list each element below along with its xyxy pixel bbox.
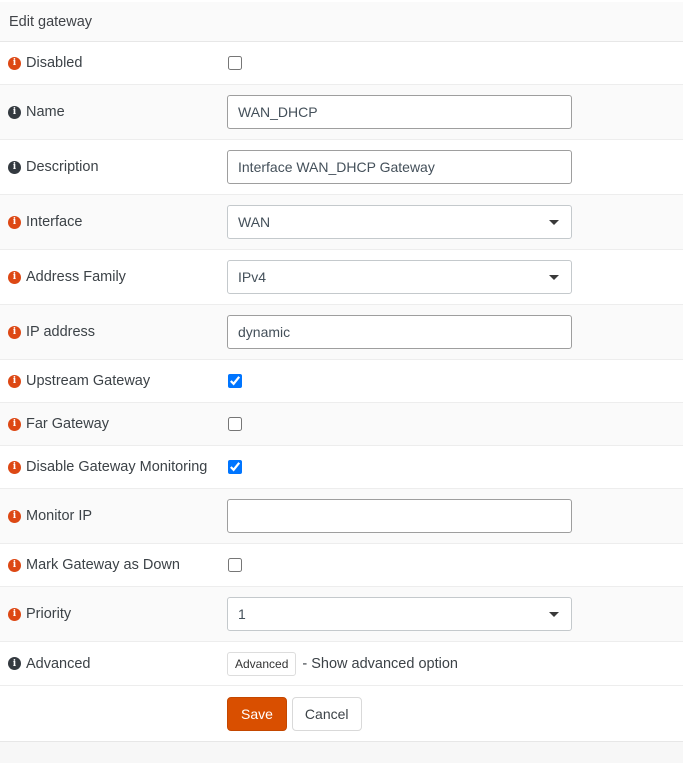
info-icon[interactable] [8,417,21,431]
field-label-disable-gateway-monitoring: Disable Gateway Monitoring [26,459,208,475]
form-row-interface: Interface WAN [0,195,683,250]
field-label-advanced: Advanced [26,655,91,672]
footer-bar [0,741,683,763]
field-label-address-family: Address Family [26,269,126,285]
advanced-toggle-button[interactable]: Advanced [227,651,297,676]
chevron-down-icon [549,611,559,617]
disable-gateway-monitoring-checkbox[interactable] [228,460,242,474]
form-row-advanced: Advanced Advanced - Show advanced option [0,642,683,686]
far-gateway-checkbox[interactable] [228,417,242,431]
interface-select-value: WAN [238,214,271,230]
address-family-select[interactable]: IPv4 [227,260,572,294]
info-icon[interactable] [8,160,21,174]
info-icon[interactable] [8,607,21,621]
form-row-disabled: Disabled [0,42,683,85]
cancel-button[interactable]: Cancel [291,696,362,731]
field-label-monitor-ip: Monitor IP [26,508,93,524]
info-icon[interactable] [8,374,21,388]
chevron-down-icon [549,274,559,280]
ip-address-input[interactable] [227,315,572,349]
field-label-interface: Interface [26,214,83,230]
name-input[interactable] [227,95,572,129]
info-icon[interactable] [8,270,21,284]
field-label-disabled: Disabled [26,55,83,71]
upstream-gateway-checkbox[interactable] [228,374,242,388]
field-label-name: Name [26,104,65,120]
field-label-description: Description [26,159,99,175]
info-icon[interactable] [8,105,21,119]
form-row-disable-gateway-monitoring: Disable Gateway Monitoring [0,446,683,489]
info-icon[interactable] [8,56,21,70]
field-label-ip-address: IP address [26,324,96,340]
info-icon[interactable] [8,509,21,523]
panel-header: Edit gateway [0,2,683,42]
chevron-down-icon [549,219,559,225]
info-icon[interactable] [8,215,21,229]
info-icon[interactable] [8,657,21,670]
form-row-far-gateway: Far Gateway [0,403,683,446]
field-label-upstream-gateway: Upstream Gateway [26,373,151,389]
field-label-priority: Priority [26,606,72,622]
form-row-description: Description [0,140,683,195]
address-family-select-value: IPv4 [238,269,267,285]
monitor-ip-input[interactable] [227,499,572,533]
priority-select[interactable]: 1 [227,597,572,631]
form-row-upstream-gateway: Upstream Gateway [0,360,683,403]
mark-gateway-as-down-checkbox[interactable] [228,558,242,572]
advanced-note: - Show advanced option [302,655,458,672]
interface-select[interactable]: WAN [227,205,572,239]
field-label-mark-gateway-as-down: Mark Gateway as Down [26,557,180,573]
page-title: Edit gateway [9,13,93,30]
info-icon[interactable] [8,558,21,572]
description-input[interactable] [227,150,572,184]
disabled-checkbox[interactable] [228,56,242,70]
save-button[interactable]: Save [227,696,287,731]
priority-select-value: 1 [238,606,246,622]
form-row-ip-address: IP address [0,305,683,360]
form-row-priority: Priority 1 [0,587,683,642]
form-row-name: Name [0,85,683,140]
info-icon[interactable] [8,325,21,339]
edit-gateway-panel: Edit gateway Disabled Name Description [0,0,683,763]
info-icon[interactable] [8,460,21,474]
form-row-address-family: Address Family IPv4 [0,250,683,305]
form-actions-row: Save Cancel [0,686,683,741]
form-row-mark-gateway-as-down: Mark Gateway as Down [0,544,683,587]
form-row-monitor-ip: Monitor IP [0,489,683,544]
field-label-far-gateway: Far Gateway [26,416,109,432]
